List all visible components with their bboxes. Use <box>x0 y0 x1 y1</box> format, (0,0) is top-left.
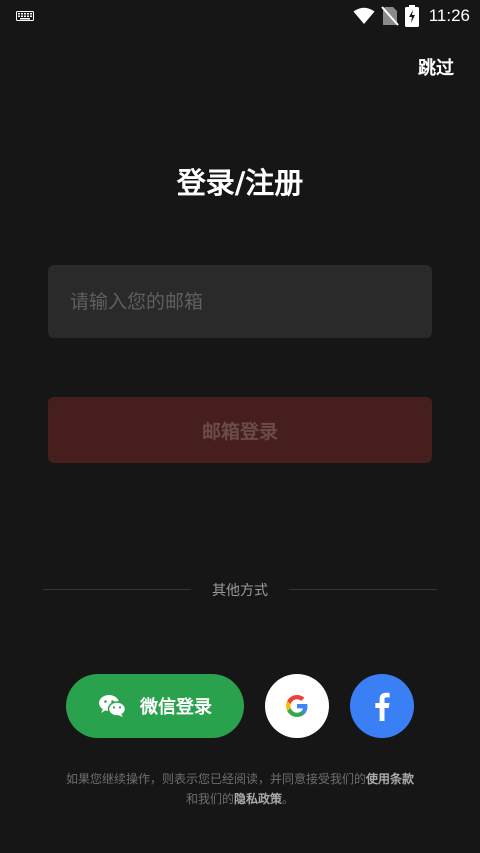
no-sim-icon <box>380 6 399 26</box>
page-title: 登录/注册 <box>176 166 304 200</box>
facebook-icon <box>375 692 390 721</box>
privacy-policy-link[interactable]: 隐私政策 <box>234 792 282 806</box>
email-login-button[interactable]: 邮箱登录 <box>48 397 432 463</box>
keyboard-icon <box>16 11 34 21</box>
status-bar: 11:26 <box>0 0 480 32</box>
terms-middle: 和我们的 <box>185 792 234 806</box>
email-field[interactable] <box>48 265 432 338</box>
facebook-login-button[interactable] <box>350 674 414 738</box>
battery-charging-icon <box>404 5 419 27</box>
divider-right <box>289 589 437 590</box>
wechat-login-button[interactable]: 微信登录 <box>66 674 244 738</box>
skip-button[interactable]: 跳过 <box>418 54 454 80</box>
status-icons: 11:26 <box>353 4 470 28</box>
terms-suffix: 。 <box>282 792 295 806</box>
wifi-icon <box>353 7 375 24</box>
google-icon <box>286 695 308 717</box>
status-time: 11:26 <box>428 6 470 25</box>
wechat-icon <box>99 695 126 717</box>
wechat-login-label: 微信登录 <box>140 697 212 718</box>
terms-notice: 如果您继续操作，则表示您已经阅读，并同意接受我们的使用条款 和我们的隐私政策。 <box>20 769 460 809</box>
terms-of-use-link[interactable]: 使用条款 <box>366 772 414 786</box>
google-login-button[interactable] <box>265 674 329 738</box>
other-methods-label: 其他方式 <box>212 583 268 599</box>
terms-prefix: 如果您继续操作，则表示您已经阅读，并同意接受我们的 <box>65 772 366 786</box>
